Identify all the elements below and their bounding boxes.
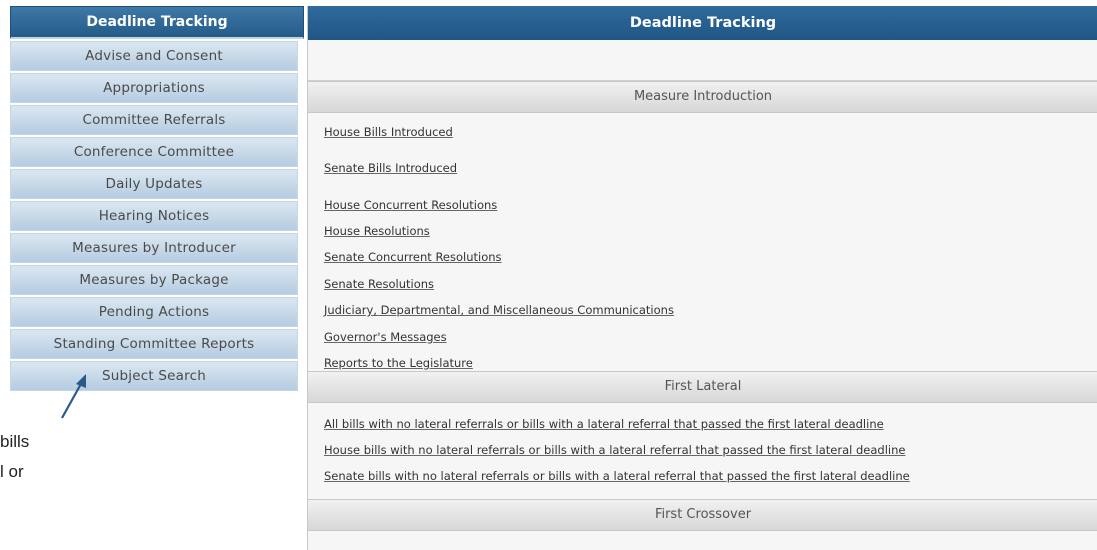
- sidebar-item-advise-and-consent[interactable]: Advise and Consent: [10, 41, 298, 71]
- sidebar-item-pending-actions[interactable]: Pending Actions: [10, 297, 298, 327]
- link-judiciary-departmental-communications[interactable]: Judiciary, Departmental, and Miscellaneo…: [324, 303, 674, 317]
- sidebar-item-measures-by-introducer[interactable]: Measures by Introducer: [10, 233, 298, 263]
- callout-text-line-1: bills: [0, 432, 30, 451]
- link-senate-bills-first-lateral[interactable]: Senate bills with no lateral referrals o…: [324, 469, 910, 483]
- toolbar-empty: [308, 40, 1097, 81]
- section-header-measure-introduction[interactable]: Measure Introduction: [308, 81, 1097, 113]
- callout-text-line-2: l or: [0, 462, 24, 481]
- link-house-bills-introduced[interactable]: House Bills Introduced: [324, 125, 453, 139]
- link-governors-messages[interactable]: Governor's Messages: [324, 330, 447, 344]
- link-house-resolutions[interactable]: House Resolutions: [324, 224, 430, 238]
- section-body-measure-introduction: House Bills Introduced Senate Bills Intr…: [308, 113, 1097, 371]
- sidebar-item-conference-committee[interactable]: Conference Committee: [10, 137, 298, 167]
- sidebar-item-hearing-notices[interactable]: Hearing Notices: [10, 201, 298, 231]
- sidebar-item-standing-committee-reports[interactable]: Standing Committee Reports: [10, 329, 298, 359]
- link-house-bills-first-lateral[interactable]: House bills with no lateral referrals or…: [324, 443, 905, 457]
- link-all-bills-first-lateral[interactable]: All bills with no lateral referrals or b…: [324, 417, 884, 431]
- link-reports-to-legislature[interactable]: Reports to the Legislature: [324, 356, 473, 370]
- sidebar-header-deadline-tracking[interactable]: Deadline Tracking: [10, 6, 304, 39]
- section-header-first-crossover[interactable]: First Crossover: [308, 499, 1097, 531]
- link-senate-resolutions[interactable]: Senate Resolutions: [324, 277, 434, 291]
- page-title: Deadline Tracking: [308, 6, 1097, 40]
- sidebar-nav: Deadline Tracking Advise and Consent App…: [10, 6, 304, 391]
- link-senate-bills-introduced[interactable]: Senate Bills Introduced: [324, 161, 457, 175]
- sidebar-item-committee-referrals[interactable]: Committee Referrals: [10, 105, 298, 135]
- sidebar-item-subject-search[interactable]: Subject Search: [10, 361, 298, 391]
- sidebar-item-daily-updates[interactable]: Daily Updates: [10, 169, 298, 199]
- link-senate-concurrent-resolutions[interactable]: Senate Concurrent Resolutions: [324, 250, 502, 264]
- arrow-up-right-icon: [61, 374, 86, 419]
- link-house-concurrent-resolutions[interactable]: House Concurrent Resolutions: [324, 198, 497, 212]
- sidebar-item-appropriations[interactable]: Appropriations: [10, 73, 298, 103]
- sidebar-item-measures-by-package[interactable]: Measures by Package: [10, 265, 298, 295]
- section-header-first-lateral[interactable]: First Lateral: [308, 371, 1097, 403]
- main-panel: Deadline Tracking Measure Introduction H…: [307, 6, 1097, 550]
- section-body-first-lateral: All bills with no lateral referrals or b…: [308, 403, 1097, 499]
